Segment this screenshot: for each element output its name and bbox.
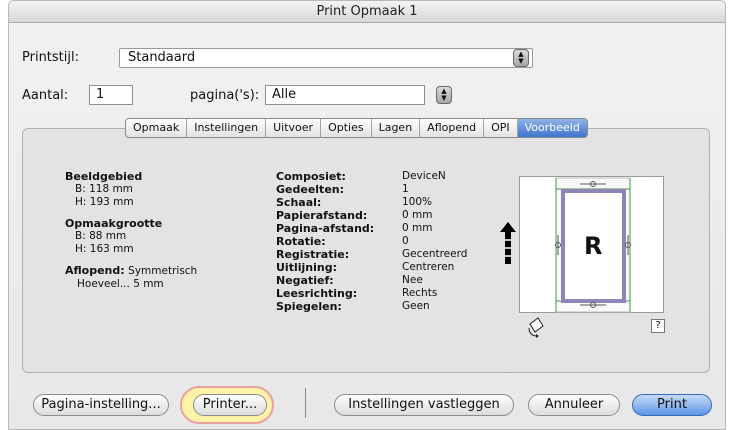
info-value: 1 [402, 183, 409, 195]
instellingen-vastleggen-button[interactable]: Instellingen vastleggen [334, 394, 514, 416]
info-value: Gecentreerd [402, 248, 468, 260]
hoeveel-row: Hoeveel... 5 mm [65, 278, 197, 291]
tab-uitvoer[interactable]: Uitvoer [266, 119, 322, 137]
info-value: Centreren [402, 261, 455, 273]
info-value: 0 [402, 235, 409, 247]
info-label: Composiet: [276, 170, 346, 183]
preview-letter: R [584, 232, 603, 260]
aflopend-label: Aflopend: [65, 264, 125, 277]
info-label: Spiegelen: [276, 300, 342, 313]
rotate-page-icon[interactable] [527, 316, 545, 338]
info-row: Registratie: Gecentreerd [276, 248, 476, 261]
info-label: Uitlijning: [276, 261, 337, 274]
hoeveel-label: Hoeveel... [77, 278, 130, 290]
info-row: Composiet: DeviceN [276, 170, 476, 183]
tab-lagen[interactable]: Lagen [372, 119, 421, 137]
paginas-label: pagina('s): [190, 88, 260, 103]
info-row: Spiegelen: Geen [276, 300, 476, 313]
mid-info: Composiet: DeviceN Gedeelten: 1 Schaal: 100… [276, 170, 476, 313]
info-row: Gedeelten: 1 [276, 183, 476, 196]
info-label: Schaal: [276, 196, 322, 209]
beeldgebied-width: B: 118 mm [75, 183, 133, 195]
printstijl-arrows-icon[interactable]: ▲ ▼ [513, 49, 529, 67]
info-label: Papierafstand: [276, 209, 368, 222]
print-button[interactable]: Print [632, 394, 712, 416]
info-label: Rotatie: [276, 235, 326, 248]
printer-button[interactable]: Printer... [193, 394, 267, 416]
button-separator [305, 388, 306, 418]
aantal-input[interactable]: 1 [89, 85, 133, 105]
page-preview: R [519, 176, 664, 313]
opmaakgrootte-height: H: 163 mm [75, 243, 134, 255]
aflopend-value: Symmetrisch [128, 265, 198, 277]
tab-bar: Opmaak Instellingen Uitvoer Opties Lagen… [125, 118, 588, 138]
pagina-instelling-button[interactable]: Pagina-instelling... [33, 394, 169, 416]
tab-opi[interactable]: OPI [484, 119, 518, 137]
info-value: 0 mm [402, 209, 433, 221]
info-value: 0 mm [402, 222, 433, 234]
info-label: Negatief: [276, 274, 334, 287]
info-label: Pagina-afstand: [276, 222, 375, 235]
opmaakgrootte-title: Opmaakgrootte [65, 217, 163, 230]
tab-opties[interactable]: Opties [321, 119, 372, 137]
annuleer-button[interactable]: Annuleer [528, 394, 620, 416]
beeldgebied-height: H: 193 mm [75, 196, 134, 208]
tab-instellingen[interactable]: Instellingen [187, 119, 267, 137]
opmaakgrootte-width: B: 88 mm [75, 230, 127, 242]
tab-opmaak[interactable]: Opmaak [126, 119, 188, 137]
paginas-arrows-icon[interactable]: ▲ ▼ [436, 86, 452, 104]
window-title: Print Opmaak 1 [9, 1, 725, 23]
left-info: Beeldgebied B: 118 mm H: 193 mm Opmaakgr… [65, 170, 197, 291]
info-value: Geen [402, 300, 430, 312]
tab-aflopend[interactable]: Aflopend [420, 119, 485, 137]
aantal-label: Aantal: [22, 88, 69, 103]
info-label: Gedeelten: [276, 183, 345, 196]
printstijl-value: Standaard [128, 50, 196, 65]
info-row: Schaal: 100% [276, 196, 476, 209]
printstijl-select[interactable]: Standaard [119, 48, 533, 68]
info-value: Nee [402, 274, 423, 286]
info-row: Leesrichting: Rechts [276, 287, 476, 300]
info-value: DeviceN [402, 170, 446, 182]
tab-voorbeeld[interactable]: Voorbeeld [517, 119, 587, 137]
info-value: 100% [402, 196, 433, 208]
help-icon[interactable]: ? [651, 319, 665, 333]
info-label: Leesrichting: [276, 287, 358, 300]
info-row: Pagina-afstand: 0 mm [276, 222, 476, 235]
printstijl-label: Printstijl: [22, 50, 79, 65]
info-label: Registratie: [276, 248, 350, 261]
info-row: Rotatie: 0 [276, 235, 476, 248]
info-row: Negatief: Nee [276, 274, 476, 287]
beeldgebied-title: Beeldgebied [65, 170, 143, 183]
info-row: Uitlijning: Centreren [276, 261, 476, 274]
info-value: Rechts [402, 287, 438, 299]
feed-direction-arrow-icon [500, 222, 516, 264]
aflopend-row: Aflopend: Symmetrisch [65, 264, 197, 278]
paginas-input[interactable]: Alle [265, 85, 425, 105]
info-row: Papierafstand: 0 mm [276, 209, 476, 222]
hoeveel-value: 5 mm [133, 278, 164, 290]
